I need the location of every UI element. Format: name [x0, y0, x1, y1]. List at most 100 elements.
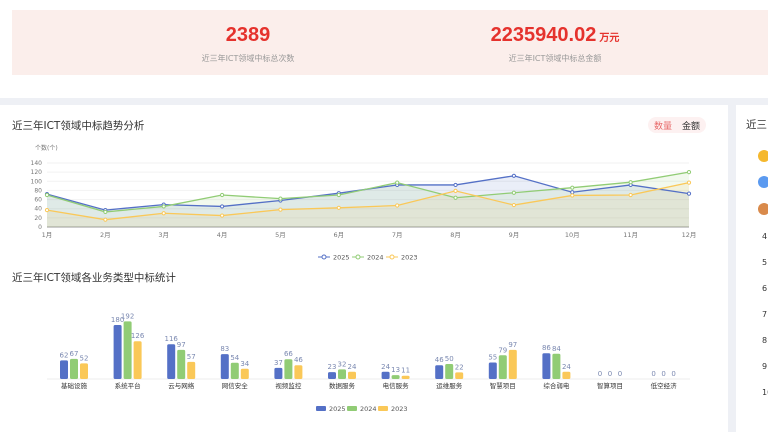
bar-2023 [240, 368, 249, 379]
category-label: 低空经济 [651, 381, 678, 390]
bar-value-label: 192 [121, 312, 134, 320]
legend-swatch [378, 406, 388, 411]
bar-value-label: 79 [498, 346, 507, 354]
bar-value-label: 0 [661, 370, 665, 378]
bar-value-label: 23 [328, 363, 337, 371]
rank-number: 8 [762, 336, 768, 345]
y-tick-label: 20 [34, 215, 42, 222]
category-label: 数据服务 [329, 381, 356, 390]
bar-2025 [60, 360, 68, 379]
data-point [219, 204, 225, 209]
x-tick-label: 8月 [450, 231, 461, 239]
bar-value-label: 62 [60, 351, 69, 359]
category-label: 基础设施 [61, 381, 88, 390]
y-tick-label: 120 [31, 169, 43, 176]
bronze-medal-icon [758, 203, 768, 215]
category-bar-chart: 62 6752基础设施180192126系统平台1169757云与网络835434… [47, 312, 690, 413]
x-tick-label: 3月 [158, 231, 169, 239]
bar-value-label: 126 [131, 332, 145, 340]
total-amount-value: 2235940.02 [490, 24, 597, 46]
total-amount-unit: 万元 [599, 33, 620, 44]
data-point [336, 205, 341, 210]
data-point [103, 209, 108, 215]
bar-value-label: 11 [401, 367, 410, 375]
category-label: 智慧项目 [490, 381, 516, 390]
data-point [44, 192, 50, 198]
bar-value-label: 67 [70, 350, 79, 358]
bar-2024 [70, 358, 78, 379]
x-tick-label: 6月 [333, 231, 344, 239]
summary-banner: 2389 近三年ICT领域中标总次数 2235940.02 万元 近三年ICT领域… [12, 10, 768, 75]
category-label: 云与网络 [168, 381, 195, 390]
bar-2024 [177, 349, 186, 379]
legend-label: 2025 [333, 254, 350, 262]
bar-2023 [187, 361, 196, 379]
bar-2023 [348, 371, 356, 379]
bar-2024 [552, 353, 561, 379]
data-point [511, 202, 517, 208]
trend-title: 近三年ICT领域中标趋势分析 [12, 120, 145, 132]
bar-2025 [328, 372, 336, 379]
data-point [336, 192, 341, 198]
bar-value-label: 37 [274, 359, 283, 367]
bar-2023 [294, 365, 303, 379]
x-tick-label: 10月 [565, 231, 580, 239]
data-point [219, 192, 225, 198]
bar-2024 [230, 362, 239, 379]
bar-2023 [562, 371, 571, 379]
legend-marker [389, 254, 395, 260]
data-point [278, 196, 283, 201]
category-label: 网信安全 [222, 381, 249, 390]
data-point [161, 211, 166, 216]
x-tick-label: 2月 [100, 231, 111, 239]
rank-number: 10 [762, 388, 768, 397]
rank-number: 9 [762, 362, 768, 371]
total-amount-label: 近三年ICT领域中标总金额 [508, 54, 602, 63]
legend-label: 2024 [367, 254, 384, 262]
toggle-count[interactable]: 数量 [654, 119, 672, 132]
summary-section: 2389 近三年ICT领域中标总次数 2235940.02 万元 近三年ICT领域… [0, 0, 768, 98]
bar-2024 [338, 369, 346, 379]
category-label: 综合弱电 [543, 381, 570, 390]
bar-value-label: 83 [220, 345, 229, 353]
bar-value-label: 86 [542, 344, 551, 352]
category-label: 系统平台 [115, 381, 141, 390]
bar-value-label: 0 [608, 370, 612, 378]
silver-medal-icon [758, 176, 768, 188]
legend-swatch [347, 406, 357, 411]
y-tick-label: 60 [34, 197, 42, 204]
bar-2025 [274, 367, 283, 379]
data-point [628, 192, 633, 198]
toggle-amount[interactable]: 金额 [682, 119, 700, 132]
bar-2025 [488, 362, 497, 379]
total-count-value: 2389 [225, 24, 271, 46]
data-point [453, 188, 458, 193]
data-point [511, 190, 517, 195]
data-point [570, 185, 575, 190]
total-count-label: 近三年ICT领域中标总次数 [201, 54, 295, 63]
bar-value-label: 0 [618, 370, 622, 378]
bar-2025 [113, 325, 122, 379]
data-point [686, 170, 692, 175]
data-point [44, 207, 50, 213]
bar-2025 [435, 365, 444, 379]
legend-label: 2025 [329, 405, 346, 413]
x-tick-label: 12月 [682, 231, 697, 239]
data-point [570, 193, 575, 198]
bar-value-label: 57 [187, 353, 196, 361]
y-tick-label: 0 [38, 224, 42, 231]
bar-value-label: 55 [488, 354, 497, 362]
bar-value-label: 24 [381, 363, 390, 371]
bar-2024 [498, 355, 507, 379]
bar-value-label: 13 [391, 366, 400, 374]
data-point [453, 182, 458, 188]
bar-value-label: 32 [338, 360, 347, 368]
bar-value-label: 34 [240, 360, 249, 368]
bar-value-label: 0 [671, 370, 675, 378]
data-point [219, 213, 225, 218]
bar-value-label: 66 [284, 350, 293, 358]
y-tick-label: 140 [31, 160, 43, 167]
bar-2025 [220, 354, 229, 379]
category-label: 运维服务 [436, 381, 463, 390]
bar-2023 [401, 375, 410, 379]
